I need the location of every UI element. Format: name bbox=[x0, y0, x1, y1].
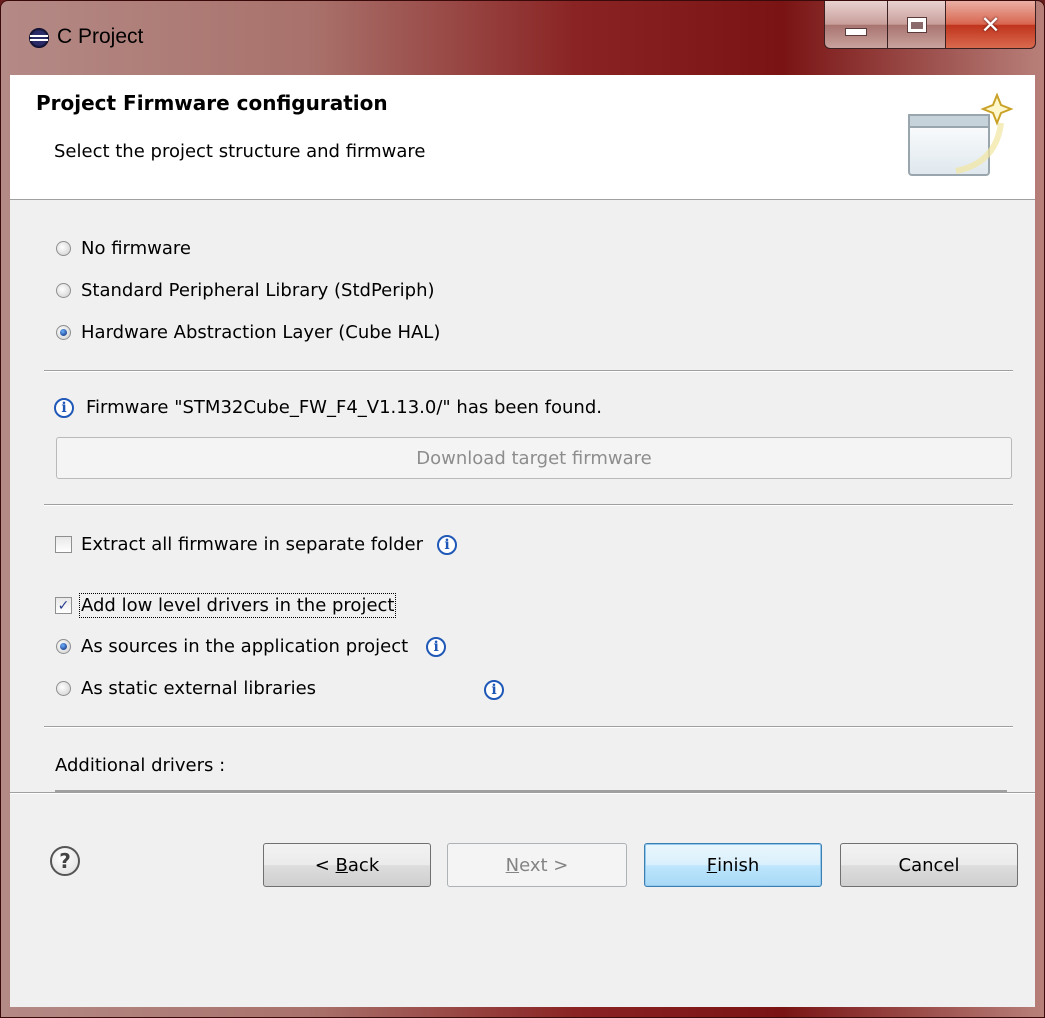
radio-label: As sources in the application project bbox=[81, 636, 409, 657]
next-rest: ext > bbox=[519, 854, 569, 876]
radio-cube-hal[interactable]: Hardware Abstraction Layer (Cube HAL) bbox=[56, 322, 440, 343]
firmware-status-text: Firmware "STM32Cube_FW_F4_V1.13.0/" has … bbox=[86, 397, 602, 418]
radio-std-periph[interactable]: Standard Peripheral Library (StdPeriph) bbox=[56, 280, 435, 301]
checkbox-indicator[interactable]: ✓ bbox=[55, 597, 72, 614]
radio-indicator[interactable] bbox=[56, 241, 71, 256]
radio-label: Standard Peripheral Library (StdPeriph) bbox=[81, 280, 435, 301]
info-icon[interactable]: i bbox=[426, 636, 447, 657]
finish-mnemonic: F bbox=[706, 854, 718, 876]
firmware-status: i Firmware "STM32Cube_FW_F4_V1.13.0/" ha… bbox=[54, 397, 602, 418]
radio-indicator[interactable] bbox=[56, 283, 71, 298]
extract-firmware-checkbox[interactable]: Extract all firmware in separate folder … bbox=[55, 534, 458, 555]
wizard-content: No firmware Standard Peripheral Library … bbox=[10, 200, 1035, 1007]
radio-as-static[interactable]: As static external libraries bbox=[56, 678, 316, 699]
next-mnemonic: N bbox=[505, 854, 520, 876]
wizard-header: Project Firmware configuration Select th… bbox=[10, 75, 1035, 200]
minimize-icon bbox=[845, 27, 867, 36]
close-button[interactable]: ✕ bbox=[946, 1, 1036, 49]
window-title: C Project bbox=[57, 25, 144, 48]
download-firmware-button[interactable]: Download target firmware bbox=[56, 437, 1012, 479]
info-icon[interactable]: i bbox=[437, 534, 458, 555]
separator bbox=[44, 370, 1013, 372]
checkbox-label: Add low level drivers in the project bbox=[78, 593, 397, 618]
back-button[interactable]: < Back bbox=[263, 843, 431, 887]
info-icon: i bbox=[54, 397, 74, 418]
dialog-client-area: Project Firmware configuration Select th… bbox=[10, 75, 1035, 1007]
radio-label: As static external libraries bbox=[81, 678, 317, 699]
next-button[interactable]: Next > bbox=[447, 843, 627, 887]
radio-no-firmware[interactable]: No firmware bbox=[56, 238, 191, 259]
window-controls: ✕ bbox=[824, 1, 1036, 51]
back-mnemonic: B bbox=[335, 854, 348, 876]
page-title: Project Firmware configuration bbox=[36, 91, 388, 115]
back-prefix: < bbox=[314, 854, 336, 876]
radio-label: Hardware Abstraction Layer (Cube HAL) bbox=[81, 322, 441, 343]
radio-as-sources[interactable]: As sources in the application project i bbox=[56, 636, 447, 657]
title-bar[interactable]: C Project ✕ bbox=[1, 1, 1044, 75]
radio-indicator[interactable] bbox=[56, 325, 71, 340]
help-icon[interactable]: ? bbox=[50, 846, 80, 876]
finish-button[interactable]: Finish bbox=[644, 843, 822, 887]
radio-indicator[interactable] bbox=[56, 681, 71, 696]
page-subtitle: Select the project structure and firmwar… bbox=[54, 141, 426, 162]
wizard-banner-icon bbox=[908, 93, 1013, 176]
maximize-button[interactable] bbox=[888, 1, 946, 49]
eclipse-icon bbox=[29, 28, 49, 48]
info-icon[interactable]: i bbox=[484, 680, 504, 700]
separator bbox=[44, 504, 1013, 506]
minimize-button[interactable] bbox=[824, 1, 888, 49]
maximize-icon bbox=[906, 16, 927, 33]
cancel-button[interactable]: Cancel bbox=[840, 843, 1018, 887]
finish-rest: inish bbox=[717, 854, 760, 876]
additional-drivers-label: Additional drivers : bbox=[55, 755, 226, 776]
add-drivers-checkbox[interactable]: ✓ Add low level drivers in the project bbox=[55, 593, 397, 618]
separator bbox=[44, 726, 1013, 728]
back-rest: ack bbox=[347, 854, 380, 876]
dialog-window: C Project ✕ Project Firmware configurati… bbox=[0, 0, 1045, 1018]
radio-indicator[interactable] bbox=[56, 639, 71, 654]
radio-label: No firmware bbox=[81, 238, 191, 259]
checkbox-indicator[interactable] bbox=[55, 536, 72, 553]
footer-separator bbox=[10, 792, 1035, 794]
close-icon: ✕ bbox=[980, 10, 1001, 39]
checkbox-label: Extract all firmware in separate folder bbox=[81, 534, 424, 555]
